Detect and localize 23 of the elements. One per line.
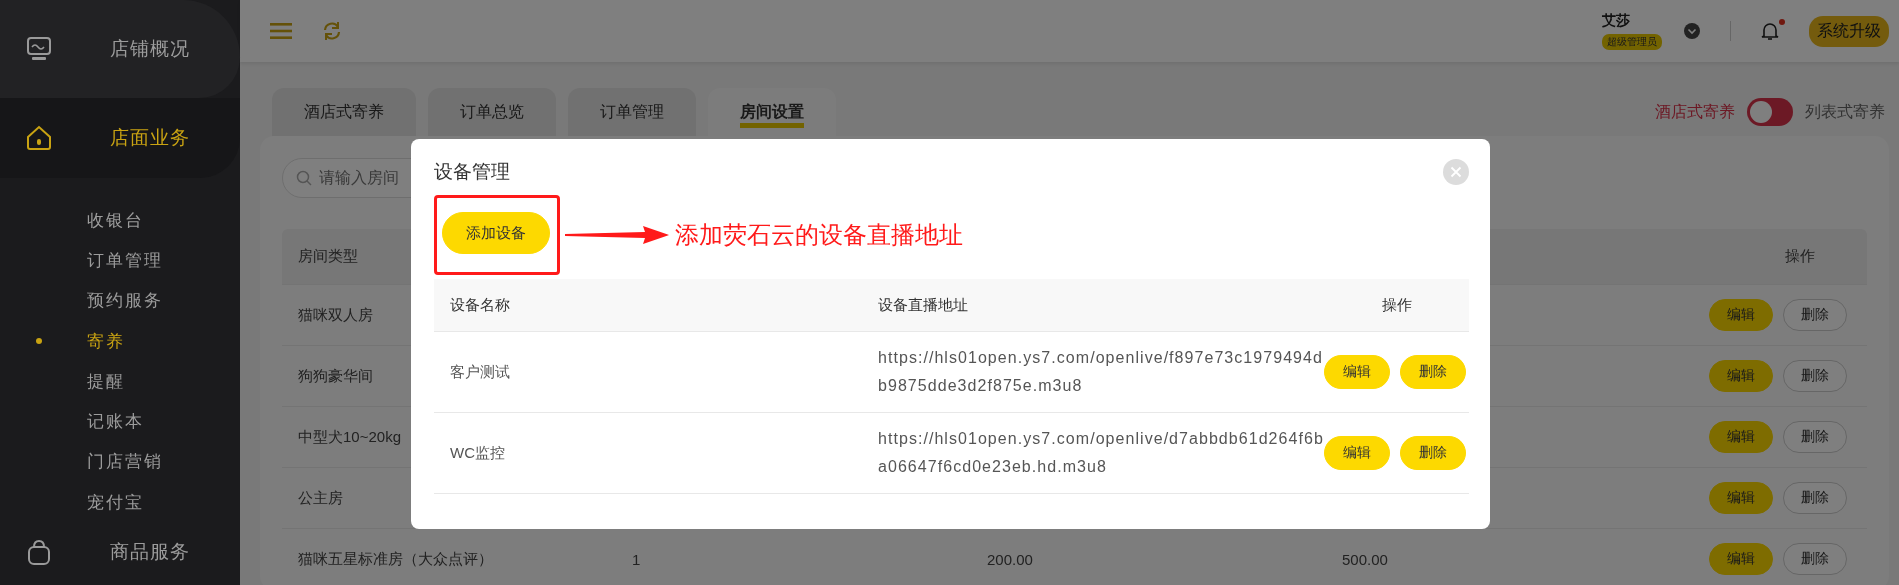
user-name: 艾莎 [1602, 12, 1630, 30]
role-badge: 超级管理员 [1602, 34, 1662, 50]
table-cell: 狗狗豪华间 [298, 366, 373, 384]
table-cell: WC监控 [450, 443, 505, 461]
column-header: 设备名称 [450, 295, 510, 313]
column-header: 房间类型 [298, 247, 358, 264]
table-cell: 猫咪五星标准房（大众点评） [298, 549, 493, 567]
modal-title: 设备管理 [434, 160, 510, 184]
table-cell-text: https://hls01open.ys7.com/openlive/d7abbdb61d264f6ba06647f6cd0e23eb.hd.m3u8 [878, 429, 1324, 477]
table-cell: 200.00 [987, 550, 1033, 568]
column-header: 操作 [1381, 295, 1412, 315]
table-cell: 500.00 [1342, 550, 1388, 568]
table-cell: 公主房 [298, 488, 343, 506]
table-cell: 客户测试 [450, 362, 510, 380]
view-label: 列表式寄养 [1805, 101, 1885, 122]
table-cell: 猫咪双人房 [298, 305, 373, 323]
annotation-text: 添加荧石云的设备直播地址 [675, 220, 963, 250]
table-cell: 1 [632, 550, 641, 568]
table-cell: 中型犬10~20kg [298, 427, 401, 445]
column-header: 设备直播地址 [878, 295, 968, 313]
view-label: 酒店式寄养 [1655, 101, 1735, 122]
table-cell-text: https://hls01open.ys7.com/openlive/f897e73c1979494db9875dde3d2f875e.m3u8 [878, 348, 1324, 396]
column-header: 操作 [1784, 247, 1816, 266]
